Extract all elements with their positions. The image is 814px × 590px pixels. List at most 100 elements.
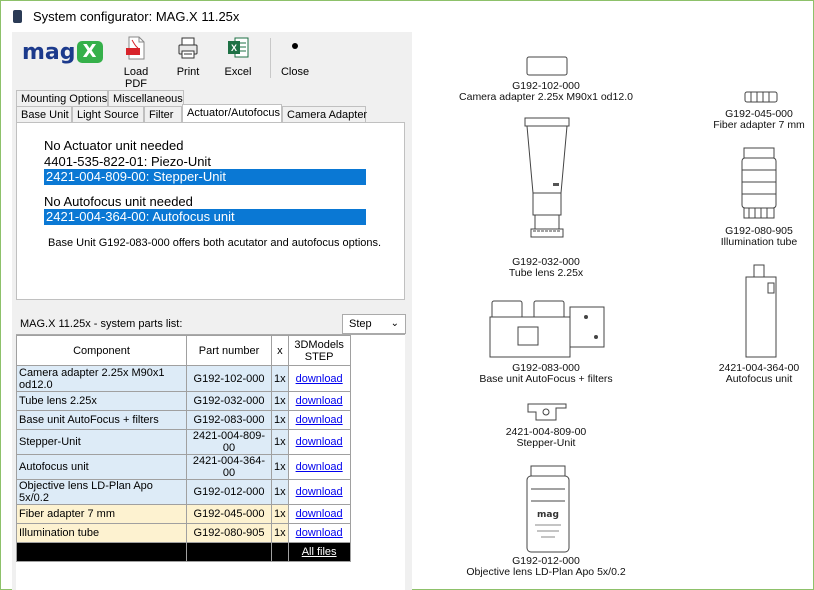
cell-qty: 1x — [271, 454, 289, 480]
printer-icon — [178, 37, 198, 59]
excel-icon: X — [228, 37, 249, 58]
download-link[interactable]: download — [296, 436, 343, 448]
pdf-icon — [126, 36, 145, 60]
tube-lens-label: G192-032-000 Tube lens 2.25x — [481, 257, 611, 279]
stepper-label: 2421-004-809-00 Stepper-Unit — [486, 427, 606, 449]
tab-filter[interactable]: Filter — [144, 106, 182, 123]
cell-part: 2421-004-364-00 — [186, 454, 272, 480]
chevron-down-icon: ⌄ — [390, 318, 399, 329]
objective-drawing: mag — [526, 465, 570, 553]
table-row: Tube lens 2.25x G192-032-000 1x download — [16, 391, 351, 411]
svg-text:X: X — [231, 43, 237, 53]
col-part-number: Part number — [186, 335, 272, 366]
illumination-tube-label: G192-080-905 Illumination tube — [706, 226, 812, 248]
autofocus-unit-name: Autofocus unit — [725, 373, 793, 385]
download-link[interactable]: download — [296, 527, 343, 539]
magx-logo: mag X — [22, 40, 104, 70]
cell-qty: 1x — [271, 504, 289, 524]
cell-component: Fiber adapter 7 mm — [16, 504, 187, 524]
base-unit-name: Base unit AutoFocus + filters — [479, 373, 613, 385]
camera-adapter-label: G192-102-000 Camera adapter 2.25x M90x1 … — [446, 81, 646, 103]
autofocus-option-none[interactable]: No Autofocus unit needed — [44, 194, 193, 210]
table-row: Objective lens LD-Plan Apo 5x/0.2 G192-0… — [16, 479, 351, 505]
excel-label: Excel — [224, 66, 252, 78]
format-value: Step — [349, 318, 372, 330]
cell-qty: 1x — [271, 410, 289, 430]
base-unit-drawing — [489, 300, 605, 358]
tab-light-source[interactable]: Light Source — [72, 106, 144, 123]
download-link[interactable]: download — [296, 373, 343, 385]
close-button[interactable]: Close — [278, 36, 312, 78]
tube-lens-name: Tube lens 2.25x — [508, 267, 584, 279]
table-row: Fiber adapter 7 mm G192-045-000 1x downl… — [16, 504, 351, 524]
tab-mounting-options[interactable]: Mounting Options — [16, 90, 108, 107]
cell-part: G192-102-000 — [186, 365, 272, 392]
excel-button[interactable]: X Excel — [218, 36, 258, 78]
col-step: 3DModels STEP — [287, 335, 351, 366]
cell-empty — [186, 542, 272, 562]
download-link[interactable]: download — [296, 414, 343, 426]
cell-component: Stepper-Unit — [16, 429, 187, 455]
parts-grid: Component Part number x 3DModels STEP Ca… — [16, 334, 405, 590]
download-link[interactable]: download — [296, 508, 343, 520]
app-icon — [13, 10, 22, 23]
objective-label: G192-012-000 Objective lens LD-Plan Apo … — [456, 556, 636, 578]
objective-name: Objective lens LD-Plan Apo 5x/0.2 — [466, 566, 626, 578]
table-row: Base unit AutoFocus + filters G192-083-0… — [16, 410, 351, 430]
logo-text: mag — [22, 40, 76, 65]
autofocus-option-unit[interactable]: 2421-004-364-00: Autofocus unit — [44, 209, 366, 225]
print-button[interactable]: Print — [170, 36, 206, 78]
table-row: Camera adapter 2.25x M90x1 od12.0 G192-1… — [16, 365, 351, 392]
cell-part: G192-032-000 — [186, 391, 272, 411]
download-link[interactable]: download — [296, 461, 343, 473]
cell-part: G192-012-000 — [186, 479, 272, 505]
cell-qty: 1x — [271, 479, 289, 505]
tab-miscellaneous[interactable]: Miscellaneous — [108, 90, 184, 107]
col-qty: x — [271, 335, 289, 366]
cell-component: Tube lens 2.25x — [16, 391, 187, 411]
autofocus-unit-label: 2421-004-364-00 Autofocus unit — [706, 363, 812, 385]
cell-component: Base unit AutoFocus + filters — [16, 410, 187, 430]
parts-table: Component Part number x 3DModels STEP Ca… — [16, 335, 351, 562]
load-pdf-label: Load PDF — [123, 66, 149, 90]
download-link[interactable]: download — [296, 395, 343, 407]
table-footer-row: All files — [16, 542, 351, 562]
cell-link: download — [287, 391, 351, 411]
stepper-drawing — [527, 403, 567, 421]
fiber-adapter-label: G192-045-000 Fiber adapter 7 mm — [706, 109, 812, 131]
parts-list-header: MAG.X 11.25x - system parts list: — [20, 318, 183, 330]
table-row: Autofocus unit 2421-004-364-00 1x downlo… — [16, 454, 351, 480]
format-dropdown[interactable]: Step ⌄ — [342, 314, 406, 334]
load-pdf-button[interactable]: Load PDF — [113, 36, 159, 90]
table-row: Illumination tube G192-080-905 1x downlo… — [16, 523, 351, 543]
close-dot-icon — [292, 43, 298, 49]
window-title: System configurator: MAG.X 11.25x — [33, 9, 240, 24]
close-label: Close — [280, 66, 310, 78]
tab-base-unit[interactable]: Base Unit — [16, 106, 72, 123]
cell-part: G192-045-000 — [186, 504, 272, 524]
title-bar: System configurator: MAG.X 11.25x — [1, 1, 813, 31]
cell-part: G192-083-000 — [186, 410, 272, 430]
autofocus-unit-drawing — [745, 264, 777, 358]
cell-qty: 1x — [271, 429, 289, 455]
all-files-link[interactable]: All files — [302, 546, 337, 558]
illumination-tube-name: Illumination tube — [720, 236, 798, 248]
cell-qty: 1x — [271, 365, 289, 392]
cell-qty: 1x — [271, 391, 289, 411]
toolbar: mag X Load PDF Print X Excel Close — [12, 32, 412, 90]
col-component: Component — [16, 335, 187, 366]
cell-empty — [16, 542, 187, 562]
logo-x: X — [76, 41, 103, 63]
actuator-option-piezo[interactable]: 4401-535-822-01: Piezo-Unit — [44, 154, 211, 170]
objective-logo-text: mag — [537, 510, 559, 520]
camera-adapter-drawing — [526, 56, 568, 76]
tab-camera-adapter[interactable]: Camera Adapter — [282, 106, 367, 123]
print-label: Print — [176, 66, 200, 78]
download-link[interactable]: download — [296, 486, 343, 498]
actuator-option-stepper[interactable]: 2421-004-809-00: Stepper-Unit — [44, 169, 366, 185]
cell-link: download — [287, 410, 351, 430]
cell-link: download — [287, 454, 351, 480]
tab-actuator-autofocus[interactable]: Actuator/Autofocus — [182, 104, 282, 123]
cell-qty: 1x — [271, 523, 289, 543]
actuator-option-none[interactable]: No Actuator unit needed — [44, 138, 184, 154]
